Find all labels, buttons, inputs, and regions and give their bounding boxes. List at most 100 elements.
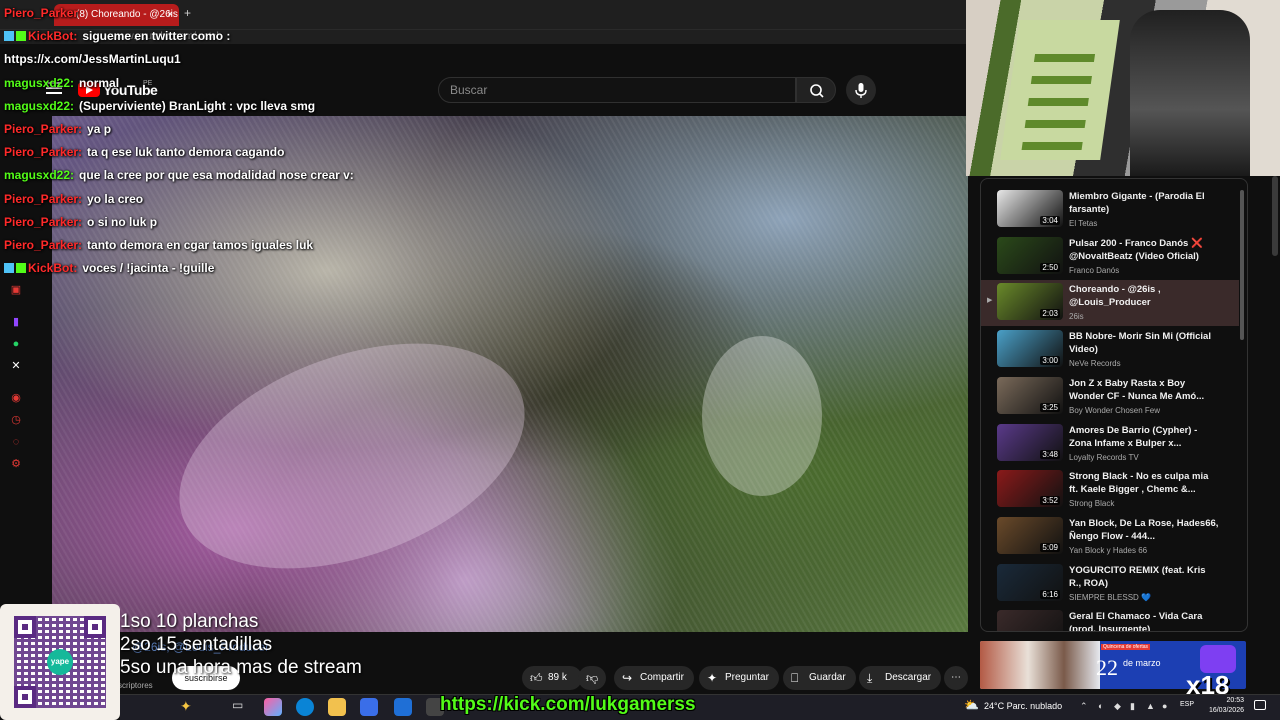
playlist-thumbnail[interactable]: 2:03 [997, 283, 1063, 321]
share-button[interactable]: ↪ Compartir [614, 666, 694, 690]
weather-text[interactable]: 24°C Parc. nublado [984, 701, 1062, 711]
playlist-item-title[interactable]: Yan Block, De La Rose, Hades66, Ñengo Fl… [1069, 517, 1219, 543]
chat-message: Piero_Parker [4, 6, 83, 20]
playlist-item-title[interactable]: YOGURCITO REMIX (feat. Kris R., ROA) [1069, 564, 1219, 590]
search-input[interactable]: Buscar [438, 77, 796, 103]
chat-message: magusxd22: que la cree por que esa modali… [4, 168, 354, 182]
playlist-item[interactable]: 5:09 Yan Block, De La Rose, Hades66, Ñeng… [981, 514, 1239, 560]
language-indicator[interactable]: ESP [1180, 701, 1194, 708]
playlist-item[interactable]: 3:48 Amores De Barrio (Cypher) - Zona Inf… [981, 421, 1239, 467]
playlist-item[interactable]: Geral El Chamaco - Vida Cara (prod. Insu… [981, 607, 1239, 631]
clock[interactable]: 20:53 16/03/2026 [1198, 696, 1244, 716]
chat-message: Piero_Parker: o si no luk p [4, 215, 157, 229]
playlist-thumbnail[interactable]: 3:52 [997, 470, 1063, 508]
playlist-item-channel: NeVe Records [1069, 359, 1121, 369]
playlist-thumbnail[interactable] [997, 610, 1063, 631]
stream-goals: 1so 10 planchas 2so 15 sentadillas 5so u… [120, 610, 362, 679]
playlist-item-title[interactable]: Geral El Chamaco - Vida Cara (prod. Insu… [1069, 610, 1219, 631]
playlist-item-title[interactable]: Strong Black - No es culpa mia ft. Kaele… [1069, 470, 1219, 496]
settings-icon[interactable]: ⚙ [8, 456, 24, 472]
close-icon[interactable]: × [167, 4, 173, 26]
chat-message: Piero_Parker: yo la creo [4, 192, 143, 206]
like-button[interactable]: 👍︎ 89 k [522, 666, 582, 690]
save-button[interactable]: ⎕ Guardar [783, 666, 856, 690]
playlist-thumbnail[interactable]: 3:48 [997, 423, 1063, 461]
chat-username: magusxd22: [4, 98, 75, 113]
copilot-app-icon[interactable] [264, 698, 282, 716]
task-view-icon[interactable]: ▭ [232, 698, 250, 716]
now-playing-icon: ▶ [987, 297, 993, 305]
chat-message: Piero_Parker: tanto demora en cgar tamos … [4, 238, 313, 252]
playlist-scrollbar[interactable] [1240, 190, 1244, 340]
browser-tab-bar: (8) Choreando - @26is × + [0, 0, 966, 30]
clock-icon[interactable]: ◷ [8, 412, 24, 428]
whatsapp-icon[interactable]: ● [8, 336, 24, 352]
search-button[interactable] [796, 77, 836, 103]
playlist-item-channel: 26is [1069, 312, 1084, 322]
store-icon[interactable] [360, 698, 378, 716]
outlook-icon[interactable] [394, 698, 412, 716]
chat-text: normal [79, 75, 120, 90]
kick-icon[interactable]: ▣ [8, 282, 24, 298]
chat-username: magusxd22: [4, 168, 75, 183]
playlist-thumbnail[interactable]: 2:50 [997, 236, 1063, 274]
playlist-item-channel: Yan Block y Hades 66 [1069, 545, 1148, 555]
new-tab-button[interactable]: + [184, 6, 191, 20]
playlist-item-title[interactable]: Choreando - @26is , @Louis_Producer [1069, 283, 1219, 309]
weather-icon[interactable]: ⛅ [964, 698, 979, 712]
tray-icon[interactable]: ◆ [1114, 701, 1121, 712]
playlist-item-channel: SIEMPRE BLESSD 💙 [1069, 592, 1151, 602]
tray-icon[interactable]: ▮ [1130, 701, 1135, 712]
download-button[interactable]: ⤓ Descargar [859, 666, 942, 690]
playlist-item[interactable]: 3:04 Miembro Gigante - (Parodia El farsan… [981, 187, 1239, 233]
playlist-item-title[interactable]: Jon Z x Baby Rasta x Boy Wonder CF - Nun… [1069, 377, 1219, 403]
chat-icon[interactable]: ◌ [8, 434, 24, 450]
playlist-item[interactable]: ▶ 2:03 Choreando - @26is , @Louis_Producer… [981, 280, 1239, 327]
video-player[interactable] [52, 116, 968, 632]
playlist-item-channel: Strong Black [1069, 499, 1115, 509]
page-scrollbar[interactable] [1272, 176, 1278, 256]
playlist-item-title[interactable]: Miembro Gigante - (Parodia El farsante) [1069, 190, 1219, 216]
chat-username: KickBot: [28, 261, 78, 276]
windows-taskbar [120, 694, 1280, 720]
bookmark-icon: ⎕ [791, 671, 799, 685]
playlist-item-title[interactable]: BB Nobre- Morir Sin Mi (Official Video) [1069, 330, 1219, 356]
playlist-item[interactable]: 3:52 Strong Black - No es culpa mia ft. K… [981, 467, 1239, 513]
tray-icon[interactable]: ● [1162, 701, 1167, 711]
playlist-item[interactable]: 2:50 Pulsar 200 - Franco Danós ❌ @NovaltB… [981, 234, 1239, 280]
qr-finder [14, 686, 36, 708]
notification-icon[interactable] [1254, 700, 1266, 710]
voice-search-button[interactable] [846, 75, 876, 105]
playlist-panel: 3:04 Miembro Gigante - (Parodia El farsan… [980, 178, 1248, 632]
playlist-item[interactable]: 3:00 BB Nobre- Morir Sin Mi (Official Vid… [981, 327, 1239, 373]
share-label: Compartir [640, 672, 684, 683]
playlist-thumbnail[interactable]: 6:16 [997, 563, 1063, 601]
playlist-item[interactable]: 6:16 YOGURCITO REMIX (feat. Kris R., ROA)… [981, 561, 1239, 607]
twitch-icon[interactable]: ▮ [8, 314, 24, 330]
dislike-button[interactable]: 👎︎ [578, 666, 606, 690]
record-icon[interactable]: ◉ [8, 390, 24, 406]
chevron-up-icon[interactable]: ⌃ [1080, 701, 1088, 712]
qr-finder [14, 616, 36, 638]
playlist-thumbnail[interactable]: 3:25 [997, 376, 1063, 414]
playlist-thumbnail[interactable]: 5:09 [997, 516, 1063, 554]
tray-icon[interactable]: ◐ [1098, 701, 1103, 711]
chat-username: Piero_Parker: [4, 191, 83, 206]
download-label: Descargar [885, 672, 932, 683]
tray-icon[interactable]: ▲ [1146, 701, 1155, 711]
ask-button[interactable]: ✦ Preguntar [699, 666, 779, 690]
chat-message: KickBot: sigueme en twitter como : [4, 29, 230, 43]
copilot-icon[interactable]: ✦ [180, 698, 198, 716]
playlist-thumbnail[interactable]: 3:00 [997, 330, 1063, 368]
file-explorer-icon[interactable] [328, 698, 346, 716]
more-actions-button[interactable]: ⋯ [944, 666, 968, 690]
edge-icon[interactable] [296, 698, 314, 716]
playlist-item[interactable]: 3:25 Jon Z x Baby Rasta x Boy Wonder CF -… [981, 374, 1239, 420]
chat-message: magusxd22: (Superviviente) BranLight : vp… [4, 99, 315, 113]
x-icon[interactable]: ✕ [8, 358, 24, 374]
webcam-chair [1130, 10, 1250, 176]
playlist-item-title[interactable]: Pulsar 200 - Franco Danós ❌ @NovaltBeatz… [1069, 237, 1219, 263]
video-duration: 3:00 [1040, 356, 1060, 366]
playlist-item-title[interactable]: Amores De Barrio (Cypher) - Zona Infame … [1069, 424, 1219, 450]
playlist-thumbnail[interactable]: 3:04 [997, 190, 1063, 227]
